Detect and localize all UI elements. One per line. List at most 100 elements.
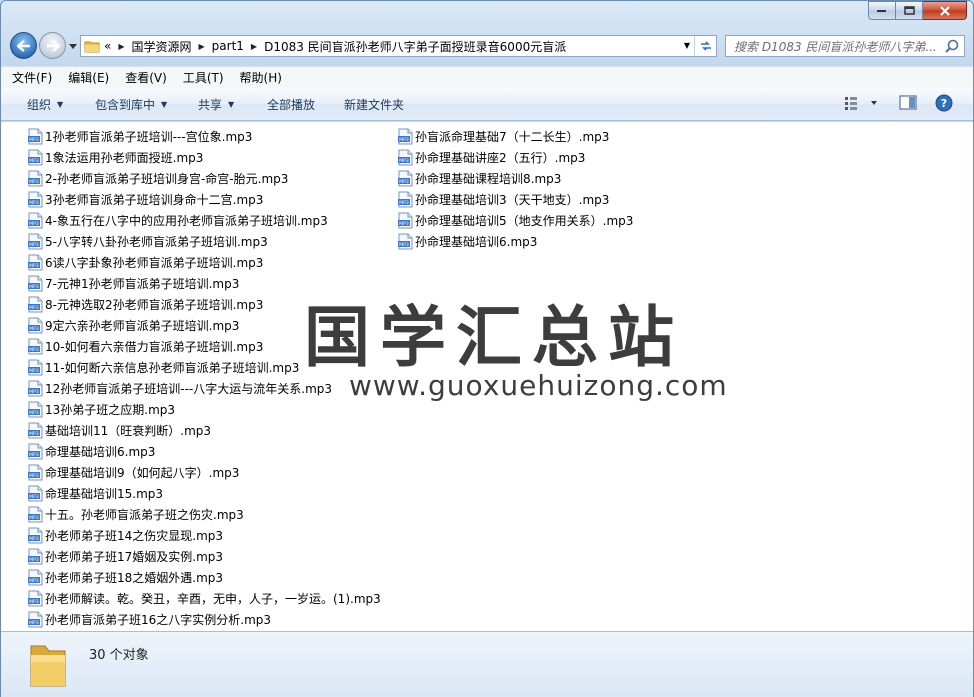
svg-text:MP3: MP3 bbox=[29, 326, 39, 332]
back-button[interactable] bbox=[10, 32, 37, 59]
include-library-button[interactable]: 包含到库中 ▼ bbox=[95, 96, 167, 113]
preview-pane-button[interactable] bbox=[899, 95, 917, 114]
file-item[interactable]: MP3 孙老师盲派弟子班16之八字实例分析.mp3 bbox=[27, 609, 271, 630]
file-name: 基础培训11（旺衰判断）.mp3 bbox=[45, 424, 212, 438]
breadcrumb-overflow[interactable]: « bbox=[104, 39, 111, 53]
file-item[interactable]: MP3 10-如何看六亲借力盲派弟子班培训.mp3 bbox=[27, 336, 263, 357]
file-name: 4-象五行在八字中的应用孙老师盲派弟子班培训.mp3 bbox=[45, 214, 328, 228]
file-item[interactable]: MP3 命理基础培训6.mp3 bbox=[27, 441, 155, 462]
file-item[interactable]: MP3 孙老师弟子班18之婚姻外遇.mp3 bbox=[27, 567, 223, 588]
file-name: 1孙老师盲派弟子班培训---宫位象.mp3 bbox=[45, 130, 253, 144]
svg-text:MP3: MP3 bbox=[29, 200, 39, 206]
svg-text:MP3: MP3 bbox=[29, 620, 39, 626]
svg-text:MP3: MP3 bbox=[29, 578, 39, 584]
address-bar[interactable]: « ▶ 国学资源网 ▶ part1 ▶ D1083 民间盲派孙老师八字弟子面授班… bbox=[80, 35, 717, 57]
svg-text:MP3: MP3 bbox=[29, 536, 39, 542]
file-item[interactable]: MP3 1孙老师盲派弟子班培训---宫位象.mp3 bbox=[27, 126, 252, 147]
file-list-pane[interactable]: MP3 1孙老师盲派弟子班培训---宫位象.mp3 MP3 1象法运用孙老师面授班.m… bbox=[1, 122, 973, 631]
file-name: 12孙老师盲派弟子班培训---八字大运与流年关系.mp3 bbox=[45, 382, 333, 396]
file-item[interactable]: MP3 7-元神1孙老师盲派弟子班培训.mp3 bbox=[27, 273, 239, 294]
close-button[interactable] bbox=[923, 1, 967, 20]
chevron-down-icon bbox=[69, 43, 77, 49]
mp3-file-icon: MP3 bbox=[28, 527, 43, 544]
file-item[interactable]: MP3 2-孙老师盲派弟子班培训身宫-命宫-胎元.mp3 bbox=[27, 168, 288, 189]
file-name: 命理基础培训9（如何起八字）.mp3 bbox=[45, 466, 240, 480]
file-item[interactable]: MP3 5-八字转八卦孙老师盲派弟子班培训.mp3 bbox=[27, 231, 268, 252]
address-dropdown-button[interactable]: ▼ bbox=[684, 41, 690, 50]
mp3-file-icon: MP3 bbox=[28, 233, 43, 250]
refresh-button[interactable] bbox=[694, 36, 716, 56]
svg-text:MP3: MP3 bbox=[29, 410, 39, 416]
file-item[interactable]: MP3 孙老师弟子班14之伤灾显现.mp3 bbox=[27, 525, 223, 546]
file-item[interactable]: MP3 13孙弟子班之应期.mp3 bbox=[27, 399, 175, 420]
search-box[interactable]: 搜索 D1083 民间盲派孙老师八字弟... bbox=[725, 35, 965, 57]
file-item[interactable]: MP3 4-象五行在八字中的应用孙老师盲派弟子班培训.mp3 bbox=[27, 210, 328, 231]
svg-text:MP3: MP3 bbox=[29, 452, 39, 458]
file-name: 命理基础培训6.mp3 bbox=[45, 445, 156, 459]
file-item[interactable]: MP3 孙盲派命理基础7（十二长生）.mp3 bbox=[397, 126, 609, 147]
menu-file[interactable]: 文件(F) bbox=[12, 69, 52, 86]
view-options-button[interactable] bbox=[844, 95, 884, 114]
file-name: 孙老师解读。乾。癸丑，辛酉，无申，人子，一岁运。(1).mp3 bbox=[45, 592, 381, 606]
file-item[interactable]: MP3 11-如何断六亲信息孙老师盲派弟子班培训.mp3 bbox=[27, 357, 299, 378]
svg-text:MP3: MP3 bbox=[29, 179, 39, 185]
share-button[interactable]: 共享 ▼ bbox=[198, 96, 234, 113]
menu-view[interactable]: 查看(V) bbox=[125, 69, 167, 86]
svg-text:MP3: MP3 bbox=[29, 221, 39, 227]
file-name: 孙老师弟子班17婚姻及实例.mp3 bbox=[45, 550, 224, 564]
new-folder-label: 新建文件夹 bbox=[344, 97, 405, 112]
mp3-file-icon: MP3 bbox=[28, 254, 43, 271]
file-item[interactable]: MP3 孙命理基础讲座2（五行）.mp3 bbox=[397, 147, 585, 168]
file-item[interactable]: MP3 十五。孙老师盲派弟子班之伤灾.mp3 bbox=[27, 504, 244, 525]
file-item[interactable]: MP3 9定六亲孙老师盲派弟子班培训.mp3 bbox=[27, 315, 239, 336]
help-icon: ? bbox=[935, 94, 953, 112]
mp3-file-icon: MP3 bbox=[28, 443, 43, 460]
breadcrumb-item[interactable]: 国学资源网 bbox=[132, 38, 192, 55]
file-item[interactable]: MP3 孙命理基础培训6.mp3 bbox=[397, 231, 537, 252]
mp3-file-icon: MP3 bbox=[28, 149, 43, 166]
file-item[interactable]: MP3 孙命理基础培训5（地支作用关系）.mp3 bbox=[397, 210, 633, 231]
maximize-button[interactable] bbox=[896, 1, 923, 20]
file-item[interactable]: MP3 3孙老师盲派弟子班培训身命十二宫.mp3 bbox=[27, 189, 263, 210]
file-item[interactable]: MP3 孙命理基础课程培训8.mp3 bbox=[397, 168, 561, 189]
file-name: 孙盲派命理基础7（十二长生）.mp3 bbox=[415, 130, 610, 144]
file-item[interactable]: MP3 孙老师弟子班17婚姻及实例.mp3 bbox=[27, 546, 223, 567]
minimize-button[interactable] bbox=[868, 1, 896, 20]
help-button[interactable]: ? bbox=[935, 94, 953, 115]
file-item[interactable]: MP3 命理基础培训9（如何起八字）.mp3 bbox=[27, 462, 239, 483]
menu-edit[interactable]: 编辑(E) bbox=[68, 69, 109, 86]
file-item[interactable]: MP3 命理基础培训15.mp3 bbox=[27, 483, 163, 504]
file-item[interactable]: MP3 基础培训11（旺衰判断）.mp3 bbox=[27, 420, 211, 441]
file-name: 8-元神选取2孙老师盲派弟子班培训.mp3 bbox=[45, 298, 264, 312]
file-item[interactable]: MP3 孙命理基础培训3（天干地支）.mp3 bbox=[397, 189, 609, 210]
file-item[interactable]: MP3 1象法运用孙老师面授班.mp3 bbox=[27, 147, 203, 168]
search-input[interactable]: 搜索 D1083 民间盲派孙老师八字弟... bbox=[726, 38, 936, 55]
item-count: 30 个对象 bbox=[89, 648, 149, 663]
forward-button[interactable] bbox=[39, 32, 66, 59]
file-item[interactable]: MP3 6读八字卦象孙老师盲派弟子班培训.mp3 bbox=[27, 252, 263, 273]
svg-text:MP3: MP3 bbox=[29, 158, 39, 164]
file-name: 孙命理基础课程培训8.mp3 bbox=[415, 172, 562, 186]
file-name: 6读八字卦象孙老师盲派弟子班培训.mp3 bbox=[45, 256, 264, 270]
menu-help[interactable]: 帮助(H) bbox=[240, 69, 282, 86]
svg-text:MP3: MP3 bbox=[29, 494, 39, 500]
play-all-label: 全部播放 bbox=[267, 97, 316, 112]
recent-pages-button[interactable] bbox=[67, 41, 79, 51]
organize-button[interactable]: 组织 ▼ bbox=[27, 96, 63, 113]
file-item[interactable]: MP3 孙老师解读。乾。癸丑，辛酉，无申，人子，一岁运。(1).mp3 bbox=[27, 588, 381, 609]
svg-text:MP3: MP3 bbox=[29, 389, 39, 395]
breadcrumb-item[interactable]: part1 bbox=[212, 39, 244, 53]
menu-tools[interactable]: 工具(T) bbox=[183, 69, 224, 86]
file-item[interactable]: MP3 12孙老师盲派弟子班培训---八字大运与流年关系.mp3 bbox=[27, 378, 332, 399]
new-folder-button[interactable]: 新建文件夹 bbox=[344, 96, 404, 113]
svg-text:MP3: MP3 bbox=[29, 473, 39, 479]
file-name: 十五。孙老师盲派弟子班之伤灾.mp3 bbox=[45, 508, 244, 522]
mp3-file-icon: MP3 bbox=[28, 506, 43, 523]
play-all-button[interactable]: 全部播放 bbox=[267, 96, 315, 113]
file-item[interactable]: MP3 8-元神选取2孙老师盲派弟子班培训.mp3 bbox=[27, 294, 263, 315]
breadcrumb-item-current[interactable]: D1083 民间盲派孙老师八字弟子面授班录音6000元盲派 bbox=[264, 38, 566, 55]
svg-text:MP3: MP3 bbox=[29, 368, 39, 374]
organize-label: 组织 bbox=[27, 97, 52, 112]
mp3-file-icon: MP3 bbox=[28, 338, 43, 355]
refresh-icon bbox=[700, 41, 711, 51]
